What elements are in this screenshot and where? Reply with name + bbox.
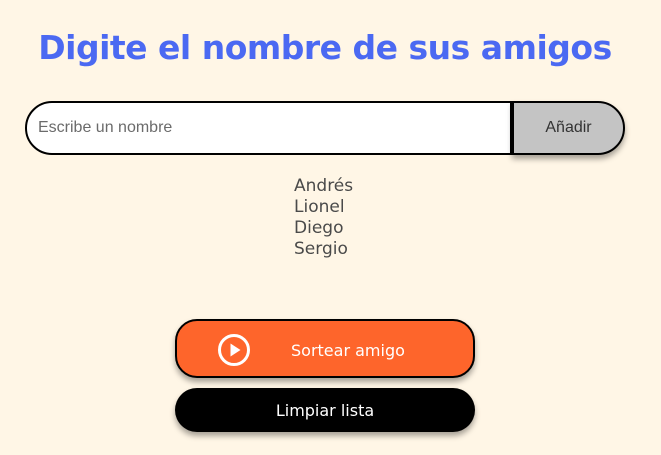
draw-friend-button[interactable]: Sortear amigo (175, 319, 475, 378)
friend-list: Andrés Lionel Diego Sergio (294, 176, 353, 260)
page-title: Digite el nombre de sus amigos (38, 28, 612, 67)
name-input-row: Añadir (25, 101, 625, 155)
name-input[interactable] (25, 101, 512, 155)
friend-list-item: Sergio (294, 239, 348, 259)
play-circle-icon (218, 334, 250, 366)
friend-list-item: Andrés (294, 176, 354, 196)
friend-list-item: Lionel (294, 197, 345, 217)
friend-list-item: Diego (294, 218, 344, 238)
add-button[interactable]: Añadir (512, 101, 625, 155)
page: Digite el nombre de sus amigos Añadir An… (0, 0, 661, 455)
draw-friend-label: Sortear amigo (291, 341, 405, 360)
clear-list-button[interactable]: Limpiar lista (175, 388, 475, 432)
